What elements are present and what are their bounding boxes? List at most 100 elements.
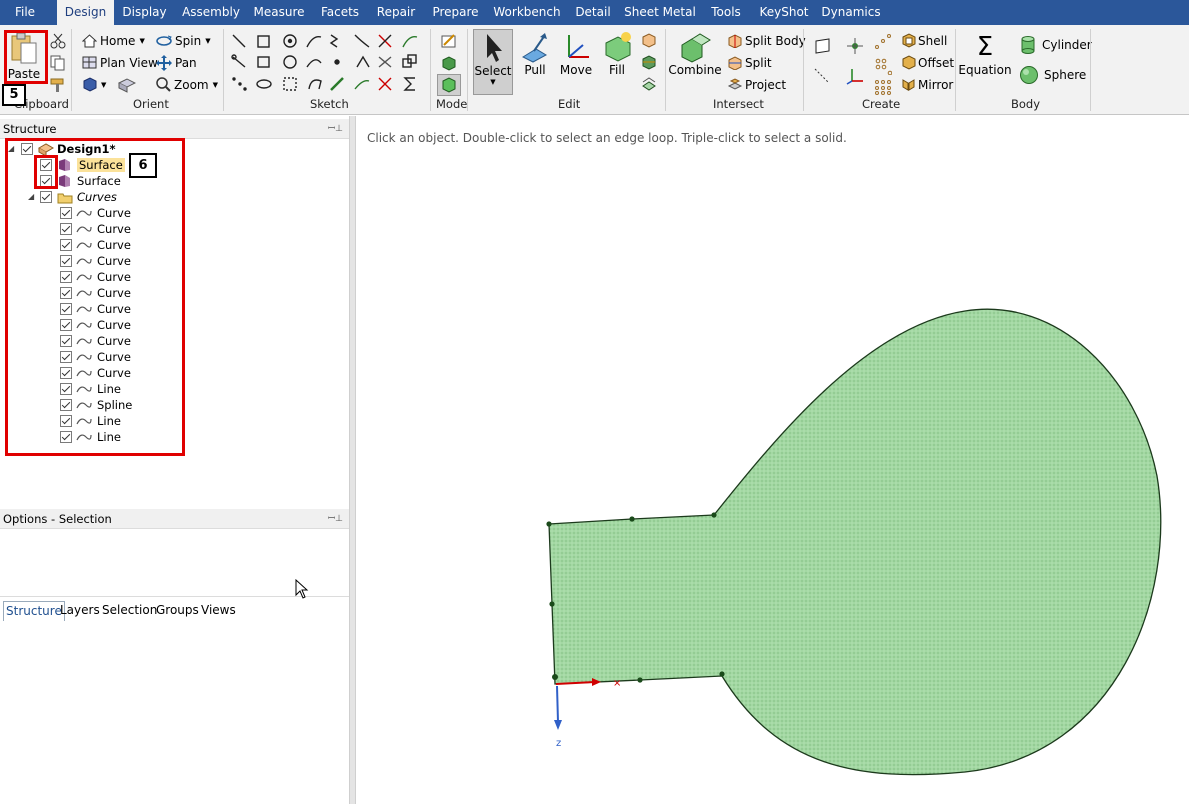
home-icon <box>82 34 97 48</box>
coordinate-system-icon[interactable] <box>846 67 864 85</box>
menu-design[interactable]: Design <box>57 0 114 25</box>
offset-icon <box>902 55 916 70</box>
move-icon <box>568 35 589 58</box>
mirror-label: Mirror <box>918 77 954 92</box>
sketch-mode-icon[interactable] <box>440 33 458 49</box>
format-painter-icon[interactable] <box>50 77 66 93</box>
menu-tools[interactable]: Tools <box>704 0 748 25</box>
cut-icon[interactable] <box>50 33 66 49</box>
surface-checkbox-highlight-box <box>34 155 58 189</box>
mouse-cursor-icon <box>295 579 309 599</box>
surface-shape[interactable] <box>548 308 1162 776</box>
axis-icon[interactable] <box>813 67 831 85</box>
menu-keyshot[interactable]: KeyShot <box>756 0 812 25</box>
select-button[interactable]: Select ▼ <box>473 29 513 95</box>
zoom-icon <box>156 77 171 92</box>
linear-pattern-icon[interactable] <box>874 57 892 75</box>
3d-mode-icon <box>442 77 456 93</box>
chevron-down-icon: ▼ <box>212 80 218 89</box>
point-icon[interactable] <box>874 33 892 51</box>
view-orientation-icon[interactable] <box>118 77 136 93</box>
sphere-button[interactable]: Sphere <box>1019 65 1086 85</box>
spin-button[interactable]: Spin ▼ <box>156 33 211 48</box>
menu-file[interactable]: File <box>0 0 50 25</box>
offset-button[interactable]: Offset <box>901 55 954 70</box>
divider <box>803 29 804 111</box>
3d-mode-button[interactable] <box>437 74 461 96</box>
divider <box>1090 29 1091 111</box>
split-button[interactable]: Split <box>727 55 772 70</box>
split-body-button[interactable]: Split Body <box>727 33 806 48</box>
plan-view-label: Plan View <box>100 55 158 70</box>
create-group-label: Create <box>862 97 901 111</box>
menu-measure[interactable]: Measure <box>250 0 308 25</box>
divider <box>665 29 666 111</box>
origin-icon[interactable] <box>846 37 864 55</box>
copy-icon[interactable] <box>50 55 66 71</box>
menu-repair[interactable]: Repair <box>372 0 420 25</box>
tab-layers[interactable]: Layers <box>60 601 100 621</box>
tab-structure[interactable]: Structure <box>3 601 65 621</box>
zoom-button[interactable]: Zoom ▼ <box>156 77 218 92</box>
divider <box>955 29 956 111</box>
step-6-callout: 6 <box>129 153 157 178</box>
sigma-icon: Σ <box>976 32 994 62</box>
menu-sheet-metal[interactable]: Sheet Metal <box>624 0 696 25</box>
tab-groups[interactable]: Groups <box>156 601 199 621</box>
equation-button[interactable]: Σ Equation <box>958 31 1011 77</box>
menu-display[interactable]: Display <box>118 0 171 25</box>
combine-label: Combine <box>668 63 722 77</box>
plane-icon[interactable] <box>813 37 831 55</box>
view-cube-button[interactable]: ▼ <box>82 77 106 92</box>
move-label: Move <box>559 63 593 77</box>
model-canvas[interactable]: × z <box>357 116 1189 804</box>
cylinder-button[interactable]: Cylinder <box>1019 35 1092 55</box>
project-icon <box>727 78 743 90</box>
tab-selection[interactable]: Selection <box>102 601 157 621</box>
plan-view-button[interactable]: Plan View <box>82 55 158 70</box>
structure-tree-highlight-box <box>5 138 185 456</box>
home-button[interactable]: Home ▼ <box>82 33 145 48</box>
section-mode-icon[interactable] <box>440 55 458 71</box>
select-label: Select <box>474 64 512 78</box>
replace-icon[interactable] <box>641 32 657 48</box>
tab-views[interactable]: Views <box>201 601 236 621</box>
chevron-down-icon: ▼ <box>490 78 496 86</box>
tweak-face-icon[interactable] <box>641 54 657 70</box>
equation-label: Equation <box>958 63 1012 77</box>
grid-pattern-icon[interactable] <box>874 79 892 95</box>
mirror-button[interactable]: Mirror <box>901 77 953 92</box>
orient-group-label: Orient <box>133 97 169 111</box>
project-button[interactable]: Project <box>727 77 786 92</box>
options-panel-title: Options - Selection <box>3 512 112 526</box>
menu-dynamics[interactable]: Dynamics <box>820 0 882 25</box>
menu-bar: File Design Display Assembly Measure Fac… <box>0 0 1189 25</box>
sphere-icon <box>1020 66 1038 84</box>
pan-button[interactable]: Pan <box>156 55 197 71</box>
fill-button[interactable]: Fill <box>599 31 635 77</box>
sketch-tools[interactable] <box>231 33 426 95</box>
panel-splitter[interactable] <box>349 116 356 804</box>
menu-assembly[interactable]: Assembly <box>180 0 242 25</box>
menu-prepare[interactable]: Prepare <box>428 0 483 25</box>
axis-label: z <box>556 738 561 749</box>
offset-label: Offset <box>918 55 955 70</box>
pan-label: Pan <box>175 56 197 70</box>
structure-panel-header: Structure ꟷ⊥ <box>0 119 349 139</box>
move-button[interactable]: Move <box>557 31 595 77</box>
menu-facets[interactable]: Facets <box>316 0 364 25</box>
shell-label: Shell <box>918 33 948 48</box>
edit-group-label: Edit <box>558 97 581 111</box>
pull-button[interactable]: Pull <box>517 31 553 77</box>
pin-icon[interactable]: ꟷ⊥ <box>328 119 343 139</box>
menu-detail[interactable]: Detail <box>572 0 614 25</box>
menu-workbench[interactable]: Workbench <box>492 0 562 25</box>
blend-icon[interactable] <box>641 76 657 92</box>
sphere-label: Sphere <box>1044 68 1087 82</box>
combine-button[interactable]: Combine <box>668 31 722 77</box>
3d-viewport[interactable]: Click an object. Double-click to select … <box>357 116 1189 804</box>
shell-icon <box>902 33 916 48</box>
body-group-label: Body <box>1011 97 1041 111</box>
pin-icon[interactable]: ꟷ⊥ <box>328 509 343 529</box>
shell-button[interactable]: Shell <box>901 33 947 48</box>
